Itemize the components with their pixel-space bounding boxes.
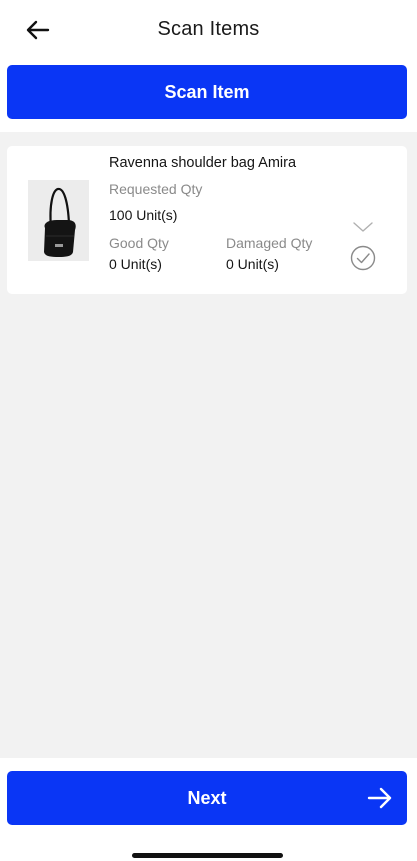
chevron-down-icon[interactable] <box>352 220 374 234</box>
shoulder-bag-image <box>43 187 76 257</box>
good-qty-label: Good Qty <box>109 235 169 251</box>
check-circle-icon[interactable] <box>350 245 376 271</box>
damaged-qty-label: Damaged Qty <box>226 235 313 251</box>
scan-items-screen: Scan Items Scan Item Ravenna shoulder ba… <box>0 0 417 861</box>
requested-qty-label: Requested Qty <box>109 181 203 197</box>
top-app-bar: Scan Items <box>0 0 417 60</box>
damaged-qty-value: 0 Unit(s) <box>226 256 279 272</box>
scan-item-button[interactable]: Scan Item <box>7 65 407 119</box>
next-label: Next <box>187 787 227 808</box>
item-name: Ravenna shoulder bag Amira <box>109 155 297 171</box>
requested-qty-value: 100 Unit(s) <box>109 207 178 223</box>
arrow-right-icon <box>367 787 392 809</box>
good-qty-value: 0 Unit(s) <box>109 256 162 272</box>
item-card[interactable]: Ravenna shoulder bag Amira Requested Qty… <box>7 146 407 294</box>
home-indicator <box>132 853 283 858</box>
page-title: Scan Items <box>157 18 260 40</box>
next-button[interactable]: Next <box>7 771 407 825</box>
product-thumbnail <box>28 180 89 261</box>
